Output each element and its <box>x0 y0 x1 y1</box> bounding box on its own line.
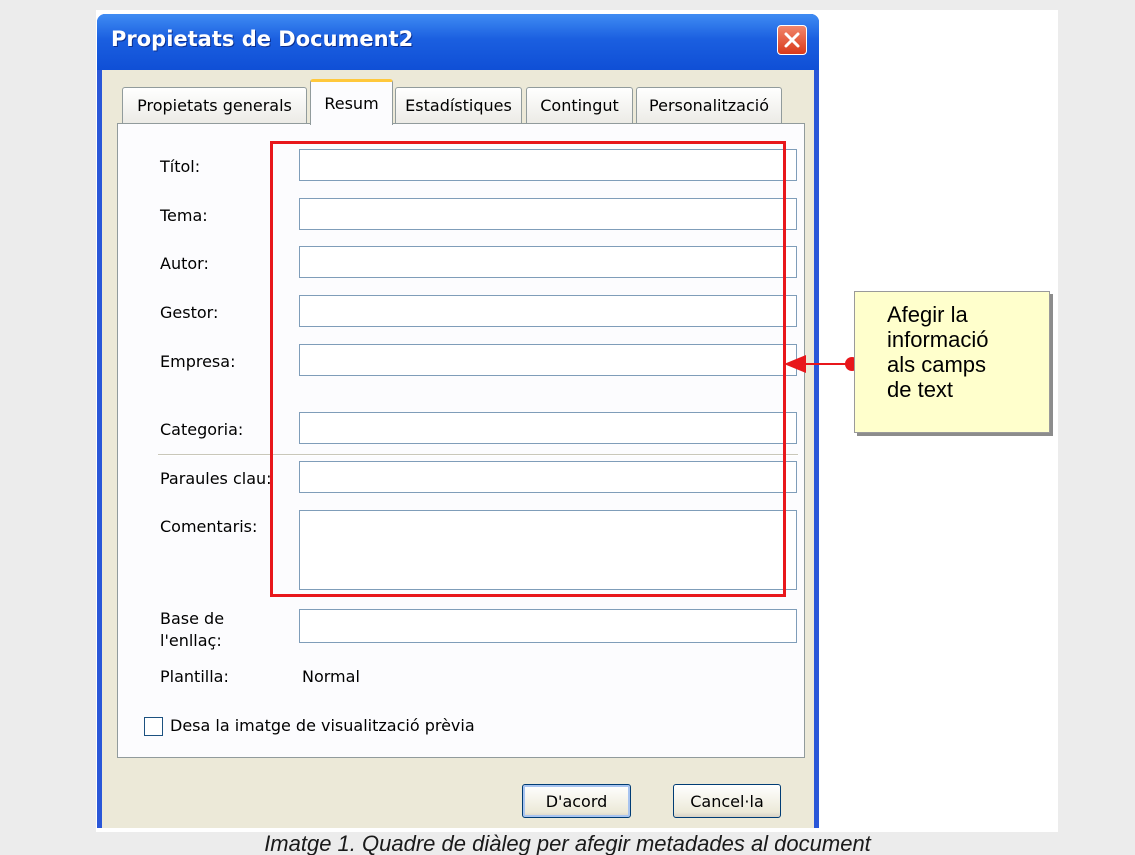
author-field[interactable] <box>299 246 797 278</box>
figure-caption: Imatge 1. Quadre de diàleg per afegir me… <box>264 832 871 855</box>
close-icon <box>784 32 800 48</box>
tab-resum[interactable]: Resum <box>310 79 393 125</box>
save-preview-label[interactable]: Desa la imatge de visualització prèvia <box>170 716 475 736</box>
hyperlink-base-label-line2: l'enllaç: <box>160 631 222 650</box>
title-bar[interactable]: Propietats de Document2 <box>97 14 819 70</box>
company-label: Empresa: <box>160 352 236 371</box>
title-field[interactable] <box>299 149 797 181</box>
section-divider <box>158 454 798 456</box>
template-label: Plantilla: <box>160 667 229 686</box>
manager-label: Gestor: <box>160 303 219 322</box>
comments-field[interactable] <box>299 510 797 590</box>
properties-dialog: Propietats de Document2 Propietats gener… <box>97 14 819 828</box>
company-field[interactable] <box>299 344 797 376</box>
tab-estadistiques[interactable]: Estadístiques <box>395 87 522 123</box>
category-field[interactable] <box>299 412 797 444</box>
callout-note: Afegir la informació als camps de text <box>854 291 1050 433</box>
hyperlink-base-label-line1: Base de <box>160 609 225 628</box>
subject-field[interactable] <box>299 198 797 230</box>
keywords-label: Paraules clau: <box>160 469 272 488</box>
save-preview-checkbox[interactable] <box>144 717 163 736</box>
author-label: Autor: <box>160 254 209 273</box>
ok-button[interactable]: D'acord <box>522 784 631 818</box>
cancel-button[interactable]: Cancel·la <box>673 784 781 818</box>
subject-label: Tema: <box>160 206 208 225</box>
window-title: Propietats de Document2 <box>111 27 414 51</box>
tab-personalitzacio[interactable]: Personalització <box>636 87 782 123</box>
template-value: Normal <box>302 667 360 686</box>
hyperlink-base-field[interactable] <box>299 609 797 643</box>
summary-panel: Títol: Tema: Autor: Gestor: Empresa: Cat… <box>117 123 805 758</box>
close-button[interactable] <box>777 25 807 55</box>
manager-field[interactable] <box>299 295 797 327</box>
title-label: Títol: <box>160 157 201 176</box>
category-label: Categoria: <box>160 420 244 439</box>
dialog-body: Propietats generals Resum Estadístiques … <box>102 70 814 828</box>
callout-arrow-icon <box>784 355 859 373</box>
comments-label: Comentaris: <box>160 517 258 536</box>
keywords-field[interactable] <box>299 461 797 493</box>
tab-contingut[interactable]: Contingut <box>526 87 633 123</box>
tab-propietats-generals[interactable]: Propietats generals <box>122 87 307 123</box>
